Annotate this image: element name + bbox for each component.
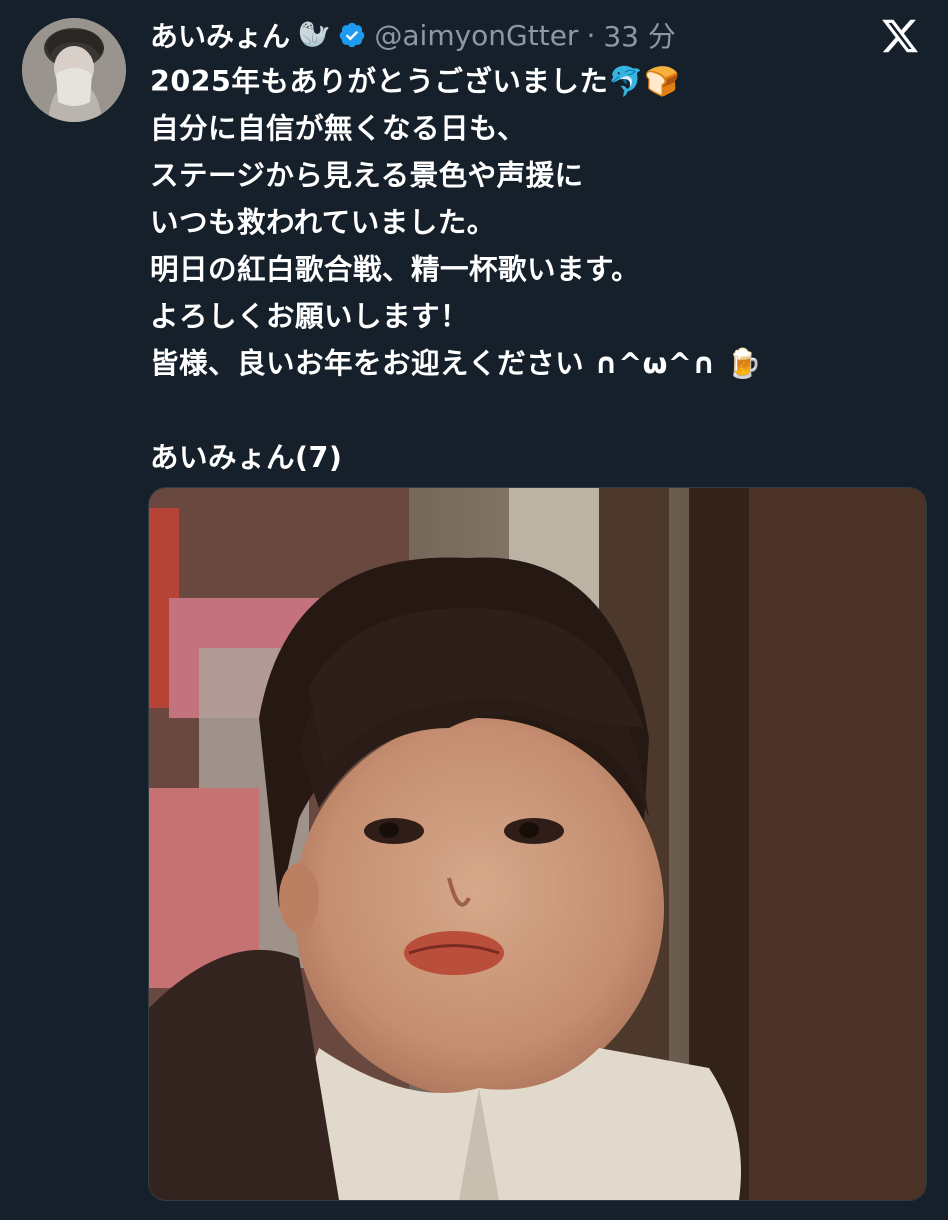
tweet-photo[interactable] [148,487,927,1201]
tweet-signature: あいみょん(7) [150,441,343,474]
tweet-line: 明日の紅白歌合戦、精一杯歌います。 [150,253,641,286]
verified-badge-icon [338,21,366,49]
timestamp[interactable]: 33 分 [603,15,676,55]
seal-emoji: 🦭 [298,20,331,50]
separator-dot: · [586,18,596,52]
tweet-line: 2025年もありがとうございました🐬🍞 [150,65,681,98]
tweet-line: ステージから見える景色や声援に [150,159,584,192]
tweet-text: 2025年もありがとうございました🐬🍞 自分に自信が無くなる日も、 ステージから… [150,58,920,481]
tweet-line: 自分に自信が無くなる日も、 [150,112,527,145]
x-logo-icon[interactable] [880,16,920,56]
tweet-line: よろしくお願いします！ [150,300,470,333]
tweet-line: 皆様、良いお年をお迎えください ∩^ω^∩ 🍺 [150,347,763,380]
user-handle[interactable]: @aimyonGtter [374,19,578,52]
tweet-card[interactable]: あいみょん 🦭 @aimyonGtter · 33 分 2025年もありがとうご… [0,0,948,1220]
avatar-image [22,18,126,122]
tweet-line: いつも救われていました。 [150,206,496,239]
tweet-header: あいみょん 🦭 @aimyonGtter · 33 分 [150,14,676,56]
photo-child-portrait [149,488,926,1200]
avatar[interactable] [22,18,126,122]
display-name[interactable]: あいみょん [150,15,290,55]
